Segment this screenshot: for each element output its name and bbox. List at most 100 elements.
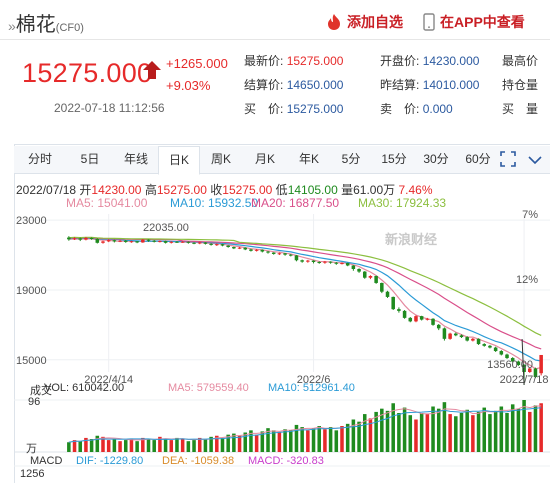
candle-body	[101, 241, 105, 243]
macd-panel-label: MACD	[30, 455, 63, 467]
ma10-line	[68, 237, 542, 362]
volume-bar	[459, 413, 464, 452]
candle-body	[67, 237, 71, 240]
volume-bar	[345, 423, 350, 452]
volume-bar	[197, 437, 202, 452]
candle-body	[300, 260, 304, 262]
kline-chart[interactable]: 23000 19000 15000 7% 12% 新浪财经 22035.00 13560.00…	[0, 0, 550, 483]
macd-dif-label: DIF: -1229.80	[76, 455, 144, 467]
volume-bar	[482, 407, 487, 452]
volume-unit: 万	[26, 443, 37, 455]
candle-body	[89, 237, 94, 239]
watermark: 新浪财经	[385, 232, 437, 247]
volume-bar	[311, 428, 316, 452]
volume-bar	[175, 437, 179, 452]
candle-body	[197, 242, 202, 244]
volume-bar	[385, 410, 390, 452]
candle-body	[380, 282, 384, 292]
candle-body	[192, 242, 196, 244]
candle-body	[72, 238, 77, 240]
volume-bar	[271, 430, 276, 452]
candle-body	[505, 354, 509, 359]
volume-bar	[135, 441, 139, 452]
candle-body	[317, 262, 321, 264]
volume-bar	[106, 440, 111, 452]
volume-bar	[488, 414, 492, 452]
volume-bar	[425, 414, 430, 452]
candle-body	[436, 324, 441, 329]
candle-body	[135, 241, 139, 243]
volume-bar	[476, 411, 481, 452]
candle-body	[471, 338, 475, 341]
volume-bar	[414, 419, 418, 452]
candle-body	[431, 318, 435, 325]
candle-body	[146, 239, 151, 241]
volume-bar	[528, 411, 532, 452]
x-tick-label: 2022/7/18	[500, 374, 549, 386]
candle-body	[163, 241, 168, 243]
volume-bar	[180, 439, 185, 452]
candle-body	[271, 252, 276, 254]
right-tick-label: 7%	[522, 209, 538, 221]
candle-body	[158, 241, 162, 243]
volume-bar	[78, 441, 82, 452]
volume-bar	[123, 440, 128, 452]
candle-body	[175, 241, 179, 243]
volume-bar	[254, 434, 259, 452]
ma5-line	[68, 238, 542, 370]
volume-bar	[362, 414, 367, 452]
candle-body	[141, 239, 145, 243]
volume-bar	[505, 413, 509, 452]
candle-body	[454, 333, 458, 336]
macd-tick: 1256	[20, 468, 45, 480]
candle-body	[306, 260, 310, 262]
candle-body	[311, 260, 316, 263]
candle-body	[351, 265, 356, 269]
volume-bar	[203, 439, 208, 452]
candle-body	[118, 240, 122, 242]
candle-body	[385, 291, 390, 297]
candle-body	[203, 242, 208, 244]
volume-bar	[510, 404, 515, 452]
candle-body	[539, 354, 543, 374]
volume-bar	[334, 430, 339, 452]
candle-body	[397, 309, 401, 311]
volume-bar	[397, 413, 401, 452]
candle-body	[260, 249, 265, 252]
candle-body	[237, 247, 242, 249]
candle-body	[448, 333, 452, 339]
candle-body	[232, 246, 236, 249]
volume-bar	[328, 427, 333, 452]
macd-dea-label: DEA: -1059.38	[162, 455, 235, 467]
volume-bar	[277, 432, 282, 452]
volume-bar	[300, 427, 304, 452]
candle-body	[362, 271, 367, 278]
candle-body	[254, 249, 259, 251]
volume-bar	[499, 406, 504, 452]
candle-body	[465, 337, 469, 341]
volume-bar	[419, 413, 424, 452]
volume-bar	[169, 440, 174, 452]
volume-bar	[533, 405, 538, 452]
volume-bar	[306, 430, 310, 452]
candle-body	[129, 241, 134, 243]
right-tick-label: 12%	[516, 274, 538, 286]
candle-body	[226, 245, 230, 247]
y-tick-label: 23000	[16, 215, 47, 227]
candle-body	[266, 251, 270, 253]
candle-body	[169, 241, 174, 243]
candle-body	[289, 254, 293, 256]
volume-bar	[408, 415, 413, 452]
candle-body	[123, 240, 128, 242]
volume-bar	[186, 441, 191, 452]
candle-body	[249, 249, 253, 251]
candle-body	[442, 328, 447, 339]
candle-body	[220, 244, 225, 246]
candle-body	[459, 335, 464, 338]
candle-body	[425, 318, 430, 320]
volume-bar	[118, 441, 122, 452]
candle-body	[84, 237, 88, 240]
candle-body	[368, 275, 373, 278]
y-tick-label: 19000	[16, 285, 47, 297]
candle-body	[283, 253, 287, 255]
